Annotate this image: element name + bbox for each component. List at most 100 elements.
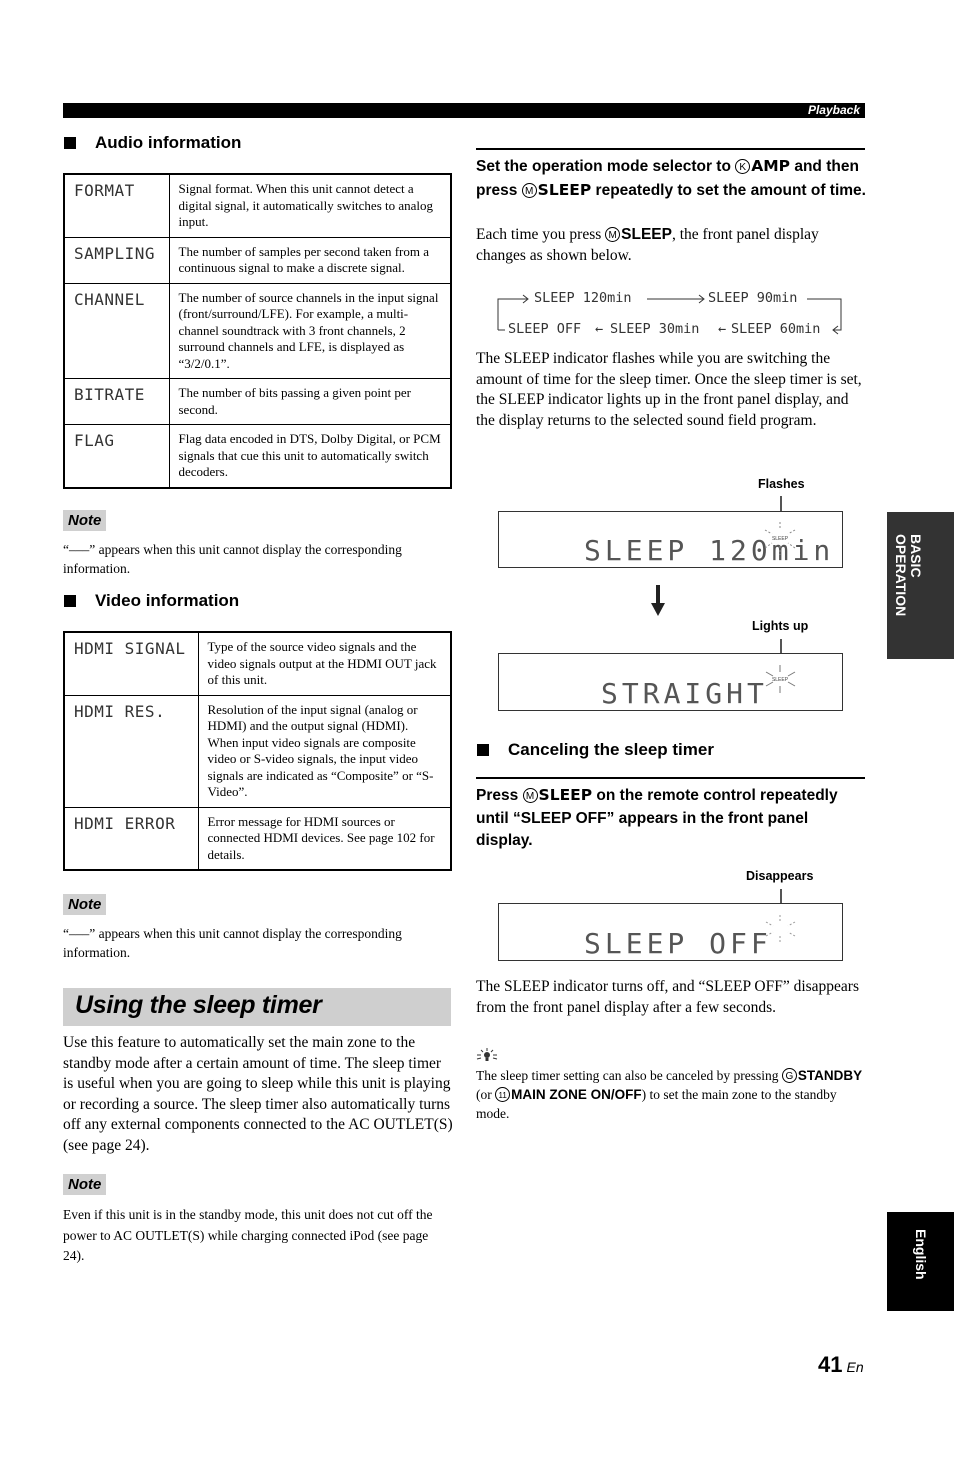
- key-m-icon: M: [522, 788, 538, 803]
- display-text: SLEEP OFF: [584, 927, 772, 960]
- step-divider: [476, 777, 865, 779]
- page-lang-suffix: En: [846, 1359, 864, 1375]
- side-tab-label: BASIC OPERATION: [893, 534, 938, 616]
- front-panel-display-2: STRAIGHT SLEEP: [498, 653, 843, 711]
- side-tab-english[interactable]: English: [887, 1212, 954, 1311]
- table-desc: Resolution of the input signal (analog o…: [197, 694, 452, 808]
- table-row: HDMI ERROR Error message for HDMI source…: [63, 806, 452, 871]
- tip-text-part: (or: [476, 1087, 496, 1102]
- step-text: repeatedly to set the amount of time.: [591, 181, 866, 199]
- table-row: CHANNEL The number of source channels in…: [63, 282, 452, 379]
- set-step-instruction: Set the operation mode selector to K AMP …: [476, 155, 868, 202]
- key-m-icon: M: [521, 182, 537, 198]
- video-info-heading: Video information: [63, 591, 239, 611]
- table-desc: Error message for HDMI sources or connec…: [197, 806, 452, 871]
- sleep-key-label: SLEEP: [538, 786, 593, 804]
- table-label: BITRATE: [63, 378, 170, 425]
- header-section-label: Playback: [807, 103, 860, 117]
- table-label: HDMI RES.: [63, 694, 199, 808]
- sleep-timer-intro: Use this feature to automatically set th…: [63, 1034, 453, 1154]
- display-text: STRAIGHT: [601, 677, 768, 710]
- table-desc: The number of samples per second taken f…: [168, 236, 452, 284]
- callout-flashes: Flashes: [758, 477, 805, 491]
- cycle-item: SLEEP 60min: [731, 321, 821, 337]
- arrow-left-icon: ←: [718, 321, 727, 337]
- step-text: Press: [476, 787, 523, 804]
- arrow-left-icon: ←: [595, 321, 604, 337]
- cycle-item: SLEEP 120min: [534, 290, 632, 306]
- callout-disappears: Disappears: [746, 869, 814, 883]
- key-g-icon: G: [781, 1068, 797, 1083]
- square-bullet-icon: [64, 595, 76, 607]
- note-label: Note: [63, 510, 107, 531]
- step-text: Set the operation mode selector to: [476, 158, 736, 175]
- table-desc: Flag data encoded in DTS, Dolby Digital,…: [168, 424, 452, 488]
- audio-info-heading-text: Audio information: [95, 133, 242, 152]
- table-label: SAMPLING: [63, 236, 170, 284]
- key-11-icon: 11: [495, 1087, 511, 1102]
- sleep-indicator-flashing-icon: SLEEP: [764, 522, 796, 555]
- sleep-timer-title-box: Using the sleep timer: [63, 988, 451, 1026]
- sleep-key-label: SLEEP: [537, 180, 592, 199]
- audio-note-text: “–––” appears when this unit cannot disp…: [63, 542, 402, 576]
- tip-text: The sleep timer setting can also be canc…: [476, 1066, 868, 1123]
- table-row: SAMPLING The number of samples per secon…: [63, 236, 452, 284]
- sleep-indicator-off-icon: [765, 915, 796, 943]
- sleep-note: Note: [63, 1174, 107, 1195]
- table-row: BITRATE The number of bits passing a giv…: [63, 378, 452, 425]
- cycle-item: SLEEP 90min: [708, 290, 798, 306]
- cancel-step-instruction: Press M SLEEP on the remote control repea…: [476, 784, 868, 853]
- down-arrow-icon: [651, 585, 665, 616]
- table-label: FORMAT: [63, 173, 170, 238]
- sleep-cycle-diagram: SLEEP 120min SLEEP 90min SLEEP 60min ← S…: [495, 288, 850, 338]
- video-info-heading-text: Video information: [95, 591, 240, 610]
- each-time-text: Each time you press M SLEEP, the front pa…: [476, 225, 868, 266]
- table-desc: The number of source channels in the inp…: [168, 282, 452, 379]
- header-bar: Playback: [63, 103, 865, 118]
- callout-lights-up: Lights up: [752, 619, 809, 633]
- front-panel-display-3: SLEEP OFF: [498, 903, 843, 961]
- table-row: HDMI RES. Resolution of the input signal…: [63, 694, 452, 808]
- key-k-icon: K: [735, 159, 751, 174]
- side-tab-label: English: [913, 1229, 929, 1280]
- table-row: FORMAT Signal format. When this unit can…: [63, 173, 452, 238]
- key-m-icon: M: [605, 227, 621, 242]
- main-zone-key-label: MAIN ZONE ON/OFF: [511, 1087, 642, 1102]
- tip-text-part: The sleep timer setting can also be canc…: [476, 1068, 782, 1083]
- cancel-result-text: The SLEEP indicator turns off, and “SLEE…: [476, 978, 859, 1016]
- table-desc: Type of the source video signals and the…: [197, 631, 452, 696]
- video-note-text: “–––” appears when this unit cannot disp…: [63, 926, 402, 960]
- table-label: HDMI ERROR: [63, 806, 199, 871]
- cancel-heading-text: Canceling the sleep timer: [508, 740, 714, 759]
- sleep-note-text: Even if this unit is in the standby mode…: [63, 1207, 433, 1263]
- square-bullet-icon: [477, 744, 489, 756]
- each-time-part: Each time you press: [476, 226, 606, 243]
- video-note: Note: [63, 894, 107, 915]
- table-desc: The number of bits passing a given point…: [168, 378, 452, 425]
- cycle-item: SLEEP OFF: [508, 321, 582, 337]
- side-tab-text: BASIC OPERATION: [893, 534, 924, 617]
- square-bullet-icon: [64, 137, 76, 149]
- table-label: CHANNEL: [63, 282, 170, 379]
- step-divider: [476, 148, 865, 150]
- page-number: 41 En: [818, 1352, 864, 1378]
- cancel-heading: Canceling the sleep timer: [476, 740, 714, 760]
- indicator-label: SLEEP: [772, 677, 789, 683]
- audio-note: Note: [63, 510, 107, 531]
- amp-key-label: AMP: [751, 157, 791, 175]
- page-number-value: 41: [818, 1352, 843, 1377]
- indicator-label: SLEEP: [772, 536, 789, 542]
- audio-info-heading: Audio information: [63, 133, 241, 153]
- sleep-timer-title: Using the sleep timer: [75, 991, 322, 1019]
- note-label: Note: [63, 1174, 107, 1195]
- tip-lightbulb-icon: [476, 1048, 498, 1061]
- cycle-item: SLEEP 30min: [610, 321, 700, 337]
- table-label: HDMI SIGNAL: [63, 631, 199, 696]
- table-row: HDMI SIGNAL Type of the source video sig…: [63, 631, 452, 696]
- side-tab-basic-operation[interactable]: BASIC OPERATION: [887, 512, 954, 659]
- sleep-key-label: SLEEP: [621, 226, 672, 243]
- audio-info-table: FORMAT Signal format. When this unit can…: [63, 173, 452, 489]
- sleep-indicator-lit-icon: SLEEP: [765, 665, 796, 693]
- standby-key-label: STANDBY: [797, 1068, 863, 1083]
- table-label: FLAG: [63, 424, 170, 488]
